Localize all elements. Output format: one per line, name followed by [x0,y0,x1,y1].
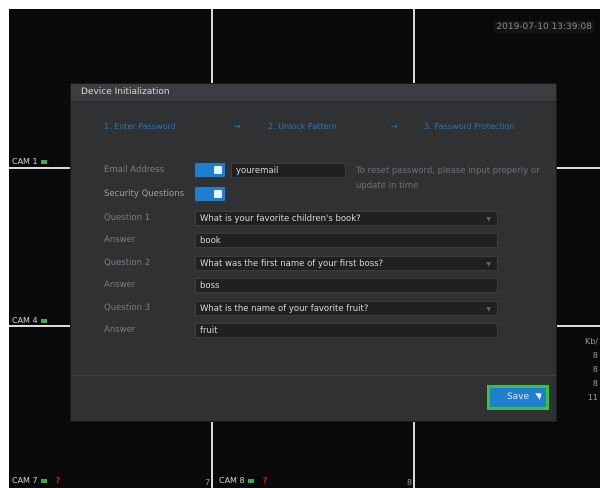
email-field[interactable]: youremail [231,163,346,178]
question-1-value: What is your favorite children's book? [200,214,361,224]
step-enter-password: 1. Enter Password [104,122,176,131]
answer-1-label: Answer [104,235,136,245]
arrow-right-icon: → [234,122,241,131]
question-3-value: What is the name of your favorite fruit? [200,304,369,314]
answer-1-field[interactable]: book [195,233,498,248]
step-password-protection: 3. Password Protection [424,122,515,131]
camera-label-7: CAM 7 ? [12,476,60,485]
email-toggle[interactable] [195,163,225,177]
record-icon [247,478,254,483]
channel-number: 8 [407,478,413,487]
camera-label-8: CAM 8 ? [219,476,267,485]
answer-3-field[interactable]: fruit [195,323,498,338]
bitrate-unit: Kb/ [584,337,598,346]
camera-name: CAM 1 [12,157,38,166]
alert-icon: ? [262,476,268,485]
bitrate-value: 8 [592,351,598,360]
record-icon [40,318,47,323]
dialog-title: Device Initialization [71,84,556,102]
step-unlock-pattern: 2. Unlock Pattern [268,122,337,131]
answer-2-field[interactable]: boss [195,278,498,293]
question-3-label: Question 3 [104,303,151,313]
camera-name: CAM 8 [219,476,245,485]
question-2-value: What was the first name of your first bo… [200,259,384,269]
question-2-select[interactable]: What was the first name of your first bo… [195,256,498,271]
question-3-select[interactable]: What is the name of your favorite fruit?… [195,301,498,316]
alert-icon: ? [55,476,61,485]
arrow-right-icon: → [391,122,398,131]
answer-2-label: Answer [104,280,136,290]
bitrate-value: 11 [587,393,598,402]
datetime-display: 2019-07-10 13:39:08 [494,21,594,33]
email-hint: To reset password, please input properly… [356,166,540,191]
security-questions-label: Security Questions [104,189,185,199]
camera-label-1: CAM 1 [12,157,47,166]
channel-number: 7 [205,478,211,487]
wizard-steps: 1. Enter Password → 2. Unlock Pattern → … [71,122,556,138]
record-icon [40,478,47,483]
chevron-down-icon: ▼ [486,306,491,313]
device-initialization-dialog: Device Initialization 1. Enter Password … [71,84,556,421]
record-icon [40,159,47,164]
dialog-footer: Save [71,375,556,421]
camera-name: CAM 4 [12,316,38,325]
chevron-down-icon: ▼ [486,261,491,268]
bitrate-value: 8 [592,379,598,388]
camera-label-4: CAM 4 [12,316,47,325]
toggle-knob [214,190,222,198]
security-questions-toggle[interactable] [195,187,225,201]
bitrate-panel: Kb/ 8 8 8 11 [585,335,598,405]
bitrate-value: 8 [592,365,598,374]
email-label: Email Address [104,165,165,175]
answer-3-label: Answer [104,325,136,335]
question-1-select[interactable]: What is your favorite children's book? ▼ [195,211,498,226]
camera-name: CAM 7 [12,476,38,485]
dvr-screen: 2019-07-10 13:39:08 CAM 1 CAM 4 CAM 7 ? … [9,9,600,488]
toggle-knob [214,166,222,174]
chevron-down-icon: ▼ [486,216,491,223]
question-2-label: Question 2 [104,258,151,268]
question-1-label: Question 1 [104,213,151,223]
